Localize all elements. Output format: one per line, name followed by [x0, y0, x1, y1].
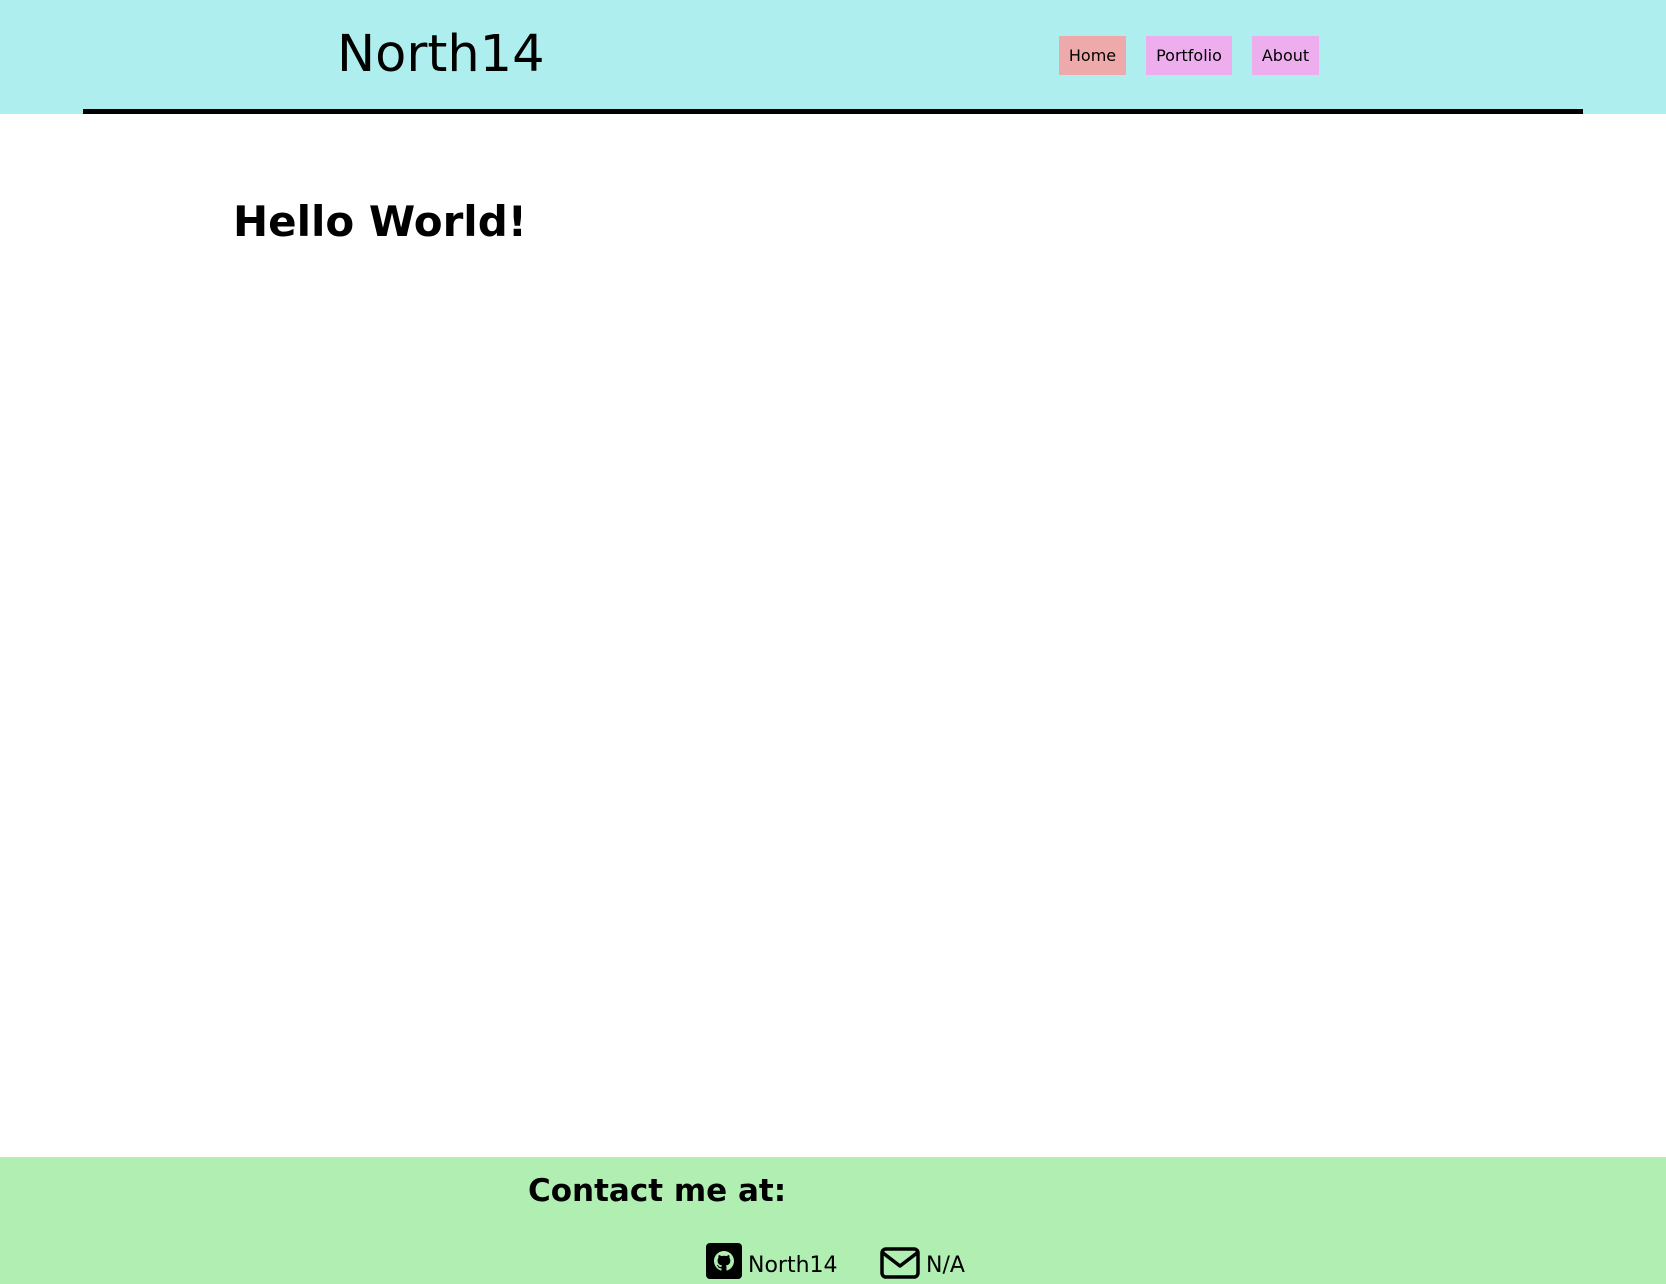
contact-heading: Contact me at:: [528, 1173, 787, 1209]
email-address: N/A: [926, 1253, 965, 1278]
nav-home-button[interactable]: Home: [1059, 36, 1126, 75]
github-contact-link[interactable]: North14: [706, 1239, 838, 1279]
github-icon: [706, 1243, 742, 1279]
site-footer: Contact me at: North14 N/A: [0, 1157, 1666, 1284]
page-heading: Hello World!: [233, 197, 527, 246]
email-contact-link[interactable]: N/A: [880, 1239, 965, 1279]
github-username: North14: [748, 1253, 838, 1278]
site-header: North14 Home Portfolio About: [0, 0, 1666, 114]
nav-portfolio-button[interactable]: Portfolio: [1146, 36, 1232, 75]
site-title: North14: [337, 25, 545, 84]
header-divider: [83, 109, 1583, 114]
nav-about-button[interactable]: About: [1252, 36, 1319, 75]
envelope-icon: [880, 1247, 920, 1279]
